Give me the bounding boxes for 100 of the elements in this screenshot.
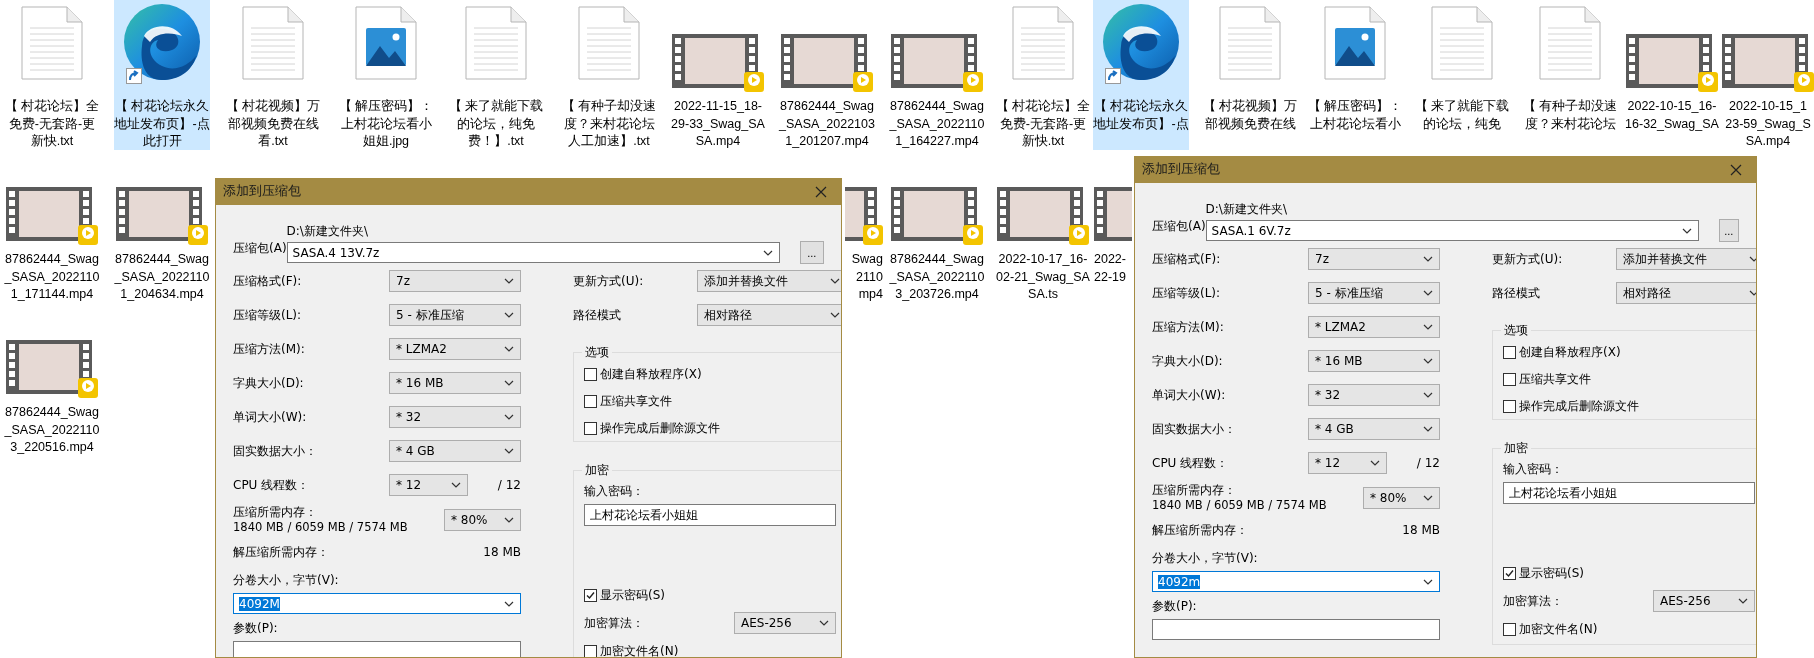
dropdown[interactable]: AES-256 bbox=[734, 612, 836, 634]
memory-usage: 1840 MB / 6059 MB / 7574 MB bbox=[233, 520, 408, 535]
browse-button[interactable]: ... bbox=[1718, 219, 1739, 242]
checkbox[interactable]: 压缩共享文件 bbox=[1503, 370, 1755, 388]
field-label: 压缩所需内存： bbox=[233, 505, 317, 520]
file-item[interactable]: 【 解压密码】： 上村花论坛看小 姐姐.jpg bbox=[338, 0, 434, 150]
text-file-icon bbox=[242, 6, 304, 80]
file-item[interactable]: 【 村花论坛永久 地址发布页】-点 bbox=[1093, 0, 1189, 150]
file-item[interactable]: 【 村花论坛】全 免费-无套路-更 新快.txt bbox=[995, 0, 1091, 150]
dropdown[interactable]: * 16 MB bbox=[389, 372, 521, 394]
dropdown[interactable]: 7z bbox=[389, 270, 521, 292]
checkbox[interactable]: 创建自释放程序(X) bbox=[584, 365, 836, 383]
checkbox[interactable]: 压缩共享文件 bbox=[584, 392, 836, 410]
file-item[interactable]: 87862444_Swag _SASA_2022103 1_201207.mp4 bbox=[779, 0, 875, 150]
file-item[interactable]: 2022-10-15_16- 16-32_Swag_SA bbox=[1624, 0, 1720, 150]
file-item[interactable]: 87862444_Swag _SASA_2022110 1_164227.mp4 bbox=[889, 0, 985, 150]
checkbox[interactable]: 操作完成后删除源文件 bbox=[584, 419, 836, 437]
file-item[interactable]: 【 村花论坛】全 免费-无套路-更 新快.txt bbox=[4, 0, 100, 150]
field-label: 解压缩所需内存： bbox=[233, 543, 330, 561]
dropdown[interactable]: 7z bbox=[1308, 248, 1440, 270]
dropdown[interactable]: * 4 GB bbox=[1308, 418, 1440, 440]
password-field[interactable]: 上村花论坛看小姐姐 bbox=[584, 504, 836, 526]
dropdown[interactable]: 添加并替换文件 bbox=[1616, 248, 1756, 270]
checkbox[interactable]: 创建自释放程序(X) bbox=[1503, 343, 1755, 361]
memory-value: 18 MB bbox=[1402, 523, 1440, 537]
archive-name-dropdown[interactable]: SASA.1 6V.7z bbox=[1205, 220, 1699, 241]
caret-icon bbox=[762, 249, 773, 256]
file-item[interactable]: 【 有种子却没速 度？来村花论坛 人工加速】.txt bbox=[561, 0, 657, 150]
file-item[interactable]: 87862444_Swag _SASA_2022110 1_171144.mp4 bbox=[4, 153, 100, 303]
file-item[interactable]: 【 有种子却没速 度？来村花论坛 bbox=[1522, 0, 1618, 150]
browse-button[interactable]: ... bbox=[799, 241, 824, 264]
volume-size-dropdown[interactable]: 4092M bbox=[233, 593, 521, 614]
caret-icon bbox=[504, 312, 514, 318]
dropdown[interactable]: * LZMA2 bbox=[389, 338, 521, 360]
file-item[interactable]: 87862444_Swag _SASA_2022110 1_204634.mp4 bbox=[114, 153, 210, 303]
file-item[interactable]: 【 来了就能下载 的论坛，纯免 bbox=[1414, 0, 1510, 150]
checkbox[interactable]: 加密文件名(N) bbox=[1503, 620, 1755, 638]
file-item[interactable]: 【 村花视频】万 部视频免费在线 bbox=[1202, 0, 1298, 150]
folder-path: D:\新建文件夹\ bbox=[1205, 201, 1288, 218]
dropdown[interactable]: * 80% bbox=[1363, 487, 1440, 509]
text-file-icon bbox=[21, 6, 83, 80]
dropdown[interactable]: 相对路径 bbox=[1616, 282, 1756, 304]
volume-size-dropdown[interactable]: 4092m bbox=[1152, 571, 1440, 592]
file-item[interactable]: 2022-10-17_16- 02-21_Swag_SA SA.ts bbox=[995, 153, 1091, 303]
caret-icon bbox=[1423, 256, 1433, 262]
checkbox[interactable]: 显示密码(S) bbox=[1503, 564, 1755, 582]
field-label: 单词大小(W): bbox=[233, 408, 308, 426]
dropdown[interactable]: 5 - 标准压缩 bbox=[1308, 282, 1440, 304]
dropdown[interactable]: 5 - 标准压缩 bbox=[389, 304, 521, 326]
field-label: 参数(P): bbox=[1152, 598, 1198, 615]
group-title: 选项 bbox=[1501, 322, 1531, 339]
file-item[interactable]: 【 解压密码】： 上村花论坛看小 bbox=[1307, 0, 1403, 150]
memory-value: 18 MB bbox=[483, 545, 521, 559]
dropdown[interactable]: * 32 bbox=[389, 406, 521, 428]
folder-path: D:\新建文件夹\ bbox=[286, 223, 369, 240]
swirl-logo-icon bbox=[1101, 2, 1181, 82]
memory-usage: 1840 MB / 6059 MB / 7574 MB bbox=[1152, 498, 1327, 513]
field-label: 更新方式(U): bbox=[573, 272, 644, 290]
field-label: 字典大小(D): bbox=[233, 374, 305, 392]
field-label: 更新方式(U): bbox=[1492, 250, 1563, 268]
field-label: 压缩格式(F): bbox=[233, 272, 303, 290]
caret-icon bbox=[504, 414, 514, 420]
parameters-field[interactable] bbox=[1152, 619, 1440, 640]
dropdown[interactable]: * 80% bbox=[444, 509, 521, 531]
caret-icon bbox=[1423, 426, 1433, 432]
caret-icon bbox=[504, 448, 514, 454]
dropdown[interactable]: * 4 GB bbox=[389, 440, 521, 462]
video-thumbnail-icon bbox=[6, 340, 98, 398]
caret-icon bbox=[819, 620, 829, 626]
video-thumbnail-icon bbox=[1626, 34, 1718, 92]
checkbox[interactable]: 加密文件名(N) bbox=[584, 642, 836, 657]
dropdown[interactable]: * LZMA2 bbox=[1308, 316, 1440, 338]
file-item[interactable]: 【 来了就能下载 的论坛，纯免 费！】.txt bbox=[448, 0, 544, 150]
dropdown[interactable]: AES-256 bbox=[1653, 590, 1755, 612]
dropdown[interactable]: * 16 MB bbox=[1308, 350, 1440, 372]
text-file-icon bbox=[1012, 6, 1074, 80]
file-item[interactable]: 87862444_Swag _SASA_2022110 3_203726.mp4 bbox=[889, 153, 985, 303]
caret-icon bbox=[504, 278, 514, 284]
dropdown[interactable]: 相对路径 bbox=[697, 304, 841, 326]
caret-icon bbox=[830, 278, 840, 284]
checkbox[interactable]: 操作完成后删除源文件 bbox=[1503, 397, 1755, 415]
file-item[interactable]: 【 村花视频】万 部视频免费在线 看.txt bbox=[225, 0, 321, 150]
archive-name-dropdown[interactable]: SASA.4 13V.7z bbox=[286, 242, 780, 263]
dropdown[interactable]: * 32 bbox=[1308, 384, 1440, 406]
password-field[interactable]: 上村花论坛看小姐姐 bbox=[1503, 482, 1755, 504]
file-item[interactable]: 【 村花论坛永久 地址发布页】-点 此打开 bbox=[114, 0, 210, 150]
checkbox[interactable]: 显示密码(S) bbox=[584, 586, 836, 604]
file-item[interactable]: 2022-10-15_1 23-59_Swag_S SA.mp4 bbox=[1722, 0, 1814, 150]
dropdown[interactable]: * 12 bbox=[1308, 452, 1387, 474]
parameters-field[interactable] bbox=[233, 641, 521, 657]
video-thumbnail-icon bbox=[845, 187, 883, 245]
caret-icon bbox=[504, 346, 514, 352]
file-item[interactable]: 2022-11-15_18- 29-33_Swag_SA SA.mp4 bbox=[670, 0, 766, 150]
field-label: CPU 线程数： bbox=[233, 476, 311, 494]
caret-icon bbox=[1681, 227, 1692, 234]
thread-total: / 12 bbox=[1416, 456, 1440, 470]
dropdown[interactable]: 添加并替换文件 bbox=[697, 270, 841, 292]
field-label: 压缩等级(L): bbox=[233, 306, 303, 324]
dropdown[interactable]: * 12 bbox=[389, 474, 468, 496]
file-item[interactable]: 87862444_Swag _SASA_2022110 3_220516.mp4 bbox=[4, 306, 100, 456]
